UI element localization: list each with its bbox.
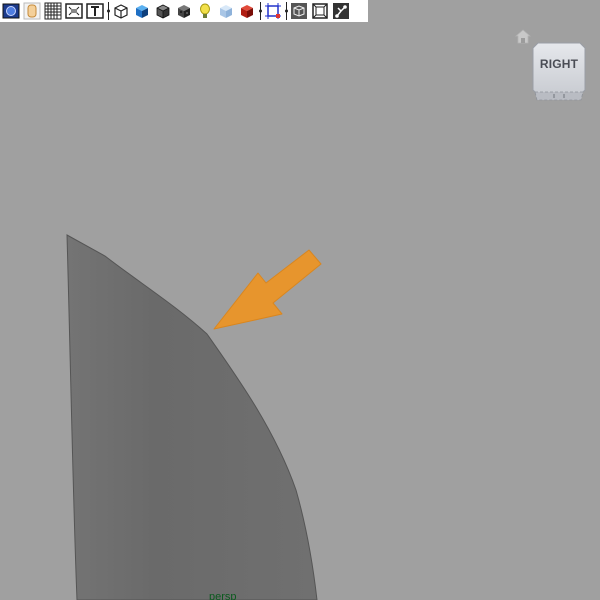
viewcube-face-label[interactable]: RIGHT	[532, 57, 586, 71]
frame-all-icon[interactable]	[310, 1, 330, 21]
resolution-gate-icon[interactable]	[85, 1, 105, 21]
shadows-icon[interactable]	[216, 1, 236, 21]
viewport-scene[interactable]	[0, 0, 600, 600]
xray-icon[interactable]	[237, 1, 257, 21]
viewcube[interactable]: RIGHT	[532, 42, 586, 102]
lighting-icon[interactable]	[195, 1, 215, 21]
backface-culling-icon[interactable]	[289, 1, 309, 21]
annotation-arrow	[213, 249, 322, 330]
wireframe-icon[interactable]	[111, 1, 131, 21]
symmetry-icon[interactable]	[331, 1, 351, 21]
maya-viewport[interactable]: RIGHT persp	[0, 0, 600, 600]
lock-camera-icon[interactable]	[22, 1, 42, 21]
film-gate-icon[interactable]	[64, 1, 84, 21]
camera-select-icon[interactable]	[1, 1, 21, 21]
grid-icon[interactable]	[43, 1, 63, 21]
camera-name-label: persp	[209, 591, 237, 600]
isolate-select-icon[interactable]	[263, 1, 283, 21]
shaded-wireframe-icon[interactable]	[153, 1, 173, 21]
viewport-panel-toolbar	[0, 0, 368, 22]
textured-icon[interactable]	[174, 1, 194, 21]
home-icon[interactable]	[514, 29, 532, 44]
smooth-shade-icon[interactable]	[132, 1, 152, 21]
